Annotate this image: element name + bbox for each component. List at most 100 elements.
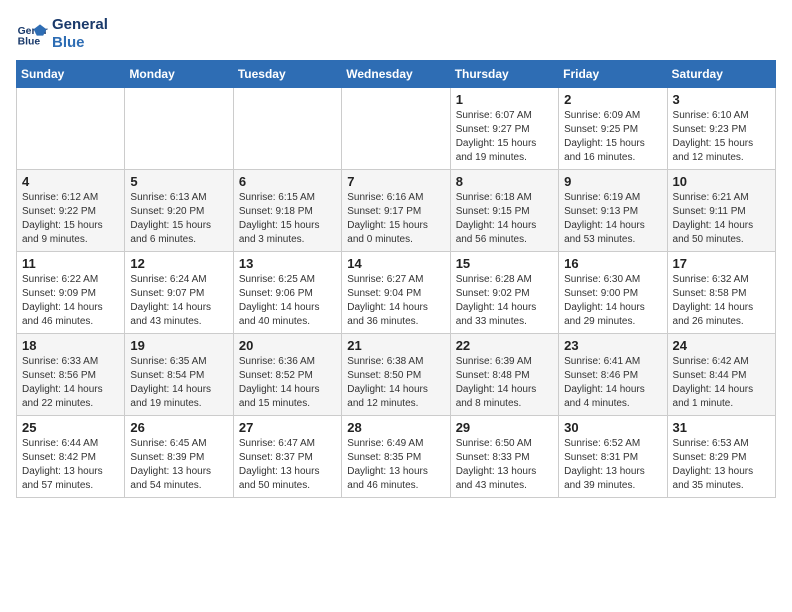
day-number: 6 [239,174,336,189]
weekday-header-saturday: Saturday [667,61,775,88]
calendar-cell: 16 Sunrise: 6:30 AM Sunset: 9:00 PM Dayli… [559,252,667,334]
weekday-header-wednesday: Wednesday [342,61,450,88]
day-number: 30 [564,420,661,435]
weekday-header-tuesday: Tuesday [233,61,341,88]
cell-content: Sunrise: 6:27 AM Sunset: 9:04 PM Dayligh… [347,273,444,329]
day-number: 26 [130,420,227,435]
day-number: 10 [673,174,770,189]
calendar-cell: 20 Sunrise: 6:36 AM Sunset: 8:52 PM Dayli… [233,334,341,416]
logo-blue: Blue [52,34,108,52]
day-number: 8 [456,174,553,189]
day-number: 14 [347,256,444,271]
calendar-cell: 25 Sunrise: 6:44 AM Sunset: 8:42 PM Dayli… [17,416,125,498]
cell-content: Sunrise: 6:50 AM Sunset: 8:33 PM Dayligh… [456,437,553,493]
calendar-week-4: 18 Sunrise: 6:33 AM Sunset: 8:56 PM Dayli… [17,334,776,416]
calendar-cell: 6 Sunrise: 6:15 AM Sunset: 9:18 PM Daylig… [233,170,341,252]
day-number: 18 [22,338,119,353]
calendar-cell: 30 Sunrise: 6:52 AM Sunset: 8:31 PM Dayli… [559,416,667,498]
calendar-cell: 19 Sunrise: 6:35 AM Sunset: 8:54 PM Dayli… [125,334,233,416]
day-number: 17 [673,256,770,271]
cell-content: Sunrise: 6:07 AM Sunset: 9:27 PM Dayligh… [456,109,553,165]
day-number: 2 [564,92,661,107]
day-number: 7 [347,174,444,189]
calendar-cell: 21Sunrise: 6:38 AM Sunset: 8:50 PM Dayli… [342,334,450,416]
day-number: 29 [456,420,553,435]
calendar-cell [17,88,125,170]
calendar-cell: 29 Sunrise: 6:50 AM Sunset: 8:33 PM Dayli… [450,416,558,498]
calendar-cell: 24 Sunrise: 6:42 AM Sunset: 8:44 PM Dayli… [667,334,775,416]
day-number: 4 [22,174,119,189]
cell-content: Sunrise: 6:28 AM Sunset: 9:02 PM Dayligh… [456,273,553,329]
calendar-body: 1Sunrise: 6:07 AM Sunset: 9:27 PM Daylig… [17,88,776,498]
day-number: 31 [673,420,770,435]
cell-content: Sunrise: 6:44 AM Sunset: 8:42 PM Dayligh… [22,437,119,493]
cell-content: Sunrise: 6:15 AM Sunset: 9:18 PM Dayligh… [239,191,336,247]
weekday-header-friday: Friday [559,61,667,88]
cell-content: Sunrise: 6:33 AM Sunset: 8:56 PM Dayligh… [22,355,119,411]
day-number: 15 [456,256,553,271]
cell-content: Sunrise: 6:47 AM Sunset: 8:37 PM Dayligh… [239,437,336,493]
cell-content: Sunrise: 6:30 AM Sunset: 9:00 PM Dayligh… [564,273,661,329]
day-number: 5 [130,174,227,189]
cell-content: Sunrise: 6:53 AM Sunset: 8:29 PM Dayligh… [673,437,770,493]
weekday-header-sunday: Sunday [17,61,125,88]
cell-content: Sunrise: 6:22 AM Sunset: 9:09 PM Dayligh… [22,273,119,329]
calendar-cell [342,88,450,170]
cell-content: Sunrise: 6:09 AM Sunset: 9:25 PM Dayligh… [564,109,661,165]
calendar-cell [125,88,233,170]
cell-content: Sunrise: 6:12 AM Sunset: 9:22 PM Dayligh… [22,191,119,247]
cell-content: Sunrise: 6:52 AM Sunset: 8:31 PM Dayligh… [564,437,661,493]
calendar-week-2: 4 Sunrise: 6:12 AM Sunset: 9:22 PM Daylig… [17,170,776,252]
cell-content: Sunrise: 6:13 AM Sunset: 9:20 PM Dayligh… [130,191,227,247]
day-number: 16 [564,256,661,271]
calendar-cell: 10 Sunrise: 6:21 AM Sunset: 9:11 PM Dayli… [667,170,775,252]
calendar-week-3: 11 Sunrise: 6:22 AM Sunset: 9:09 PM Dayli… [17,252,776,334]
calendar-cell: 12Sunrise: 6:24 AM Sunset: 9:07 PM Dayli… [125,252,233,334]
calendar-cell: 11 Sunrise: 6:22 AM Sunset: 9:09 PM Dayli… [17,252,125,334]
calendar-table: SundayMondayTuesdayWednesdayThursdayFrid… [16,60,776,498]
cell-content: Sunrise: 6:35 AM Sunset: 8:54 PM Dayligh… [130,355,227,411]
calendar-cell: 15 Sunrise: 6:28 AM Sunset: 9:02 PM Dayli… [450,252,558,334]
logo-icon: General Blue [16,18,48,50]
day-number: 20 [239,338,336,353]
logo-general: General [52,16,108,34]
calendar-cell: 7 Sunrise: 6:16 AM Sunset: 9:17 PM Daylig… [342,170,450,252]
calendar-cell: 28Sunrise: 6:49 AM Sunset: 8:35 PM Dayli… [342,416,450,498]
day-number: 21 [347,338,444,353]
cell-content: Sunrise: 6:41 AM Sunset: 8:46 PM Dayligh… [564,355,661,411]
calendar-cell: 1Sunrise: 6:07 AM Sunset: 9:27 PM Daylig… [450,88,558,170]
cell-content: Sunrise: 6:16 AM Sunset: 9:17 PM Dayligh… [347,191,444,247]
weekday-header-row: SundayMondayTuesdayWednesdayThursdayFrid… [17,61,776,88]
day-number: 9 [564,174,661,189]
calendar-cell: 31 Sunrise: 6:53 AM Sunset: 8:29 PM Dayli… [667,416,775,498]
calendar-cell: 18 Sunrise: 6:33 AM Sunset: 8:56 PM Dayli… [17,334,125,416]
calendar-cell: 13 Sunrise: 6:25 AM Sunset: 9:06 PM Dayli… [233,252,341,334]
cell-content: Sunrise: 6:45 AM Sunset: 8:39 PM Dayligh… [130,437,227,493]
calendar-cell: 22 Sunrise: 6:39 AM Sunset: 8:48 PM Dayli… [450,334,558,416]
day-number: 25 [22,420,119,435]
day-number: 22 [456,338,553,353]
day-number: 19 [130,338,227,353]
cell-content: Sunrise: 6:36 AM Sunset: 8:52 PM Dayligh… [239,355,336,411]
cell-content: Sunrise: 6:39 AM Sunset: 8:48 PM Dayligh… [456,355,553,411]
day-number: 24 [673,338,770,353]
calendar-cell: 26 Sunrise: 6:45 AM Sunset: 8:39 PM Dayli… [125,416,233,498]
weekday-header-monday: Monday [125,61,233,88]
calendar-cell: 27 Sunrise: 6:47 AM Sunset: 8:37 PM Dayli… [233,416,341,498]
calendar-cell: 9 Sunrise: 6:19 AM Sunset: 9:13 PM Daylig… [559,170,667,252]
cell-content: Sunrise: 6:21 AM Sunset: 9:11 PM Dayligh… [673,191,770,247]
day-number: 11 [22,256,119,271]
header: General Blue General Blue [16,16,776,52]
cell-content: Sunrise: 6:49 AM Sunset: 8:35 PM Dayligh… [347,437,444,493]
svg-text:Blue: Blue [18,36,41,47]
day-number: 27 [239,420,336,435]
weekday-header-thursday: Thursday [450,61,558,88]
cell-content: Sunrise: 6:42 AM Sunset: 8:44 PM Dayligh… [673,355,770,411]
cell-content: Sunrise: 6:25 AM Sunset: 9:06 PM Dayligh… [239,273,336,329]
cell-content: Sunrise: 6:18 AM Sunset: 9:15 PM Dayligh… [456,191,553,247]
cell-content: Sunrise: 6:10 AM Sunset: 9:23 PM Dayligh… [673,109,770,165]
calendar-cell: 5 Sunrise: 6:13 AM Sunset: 9:20 PM Daylig… [125,170,233,252]
day-number: 13 [239,256,336,271]
day-number: 3 [673,92,770,107]
cell-content: Sunrise: 6:19 AM Sunset: 9:13 PM Dayligh… [564,191,661,247]
